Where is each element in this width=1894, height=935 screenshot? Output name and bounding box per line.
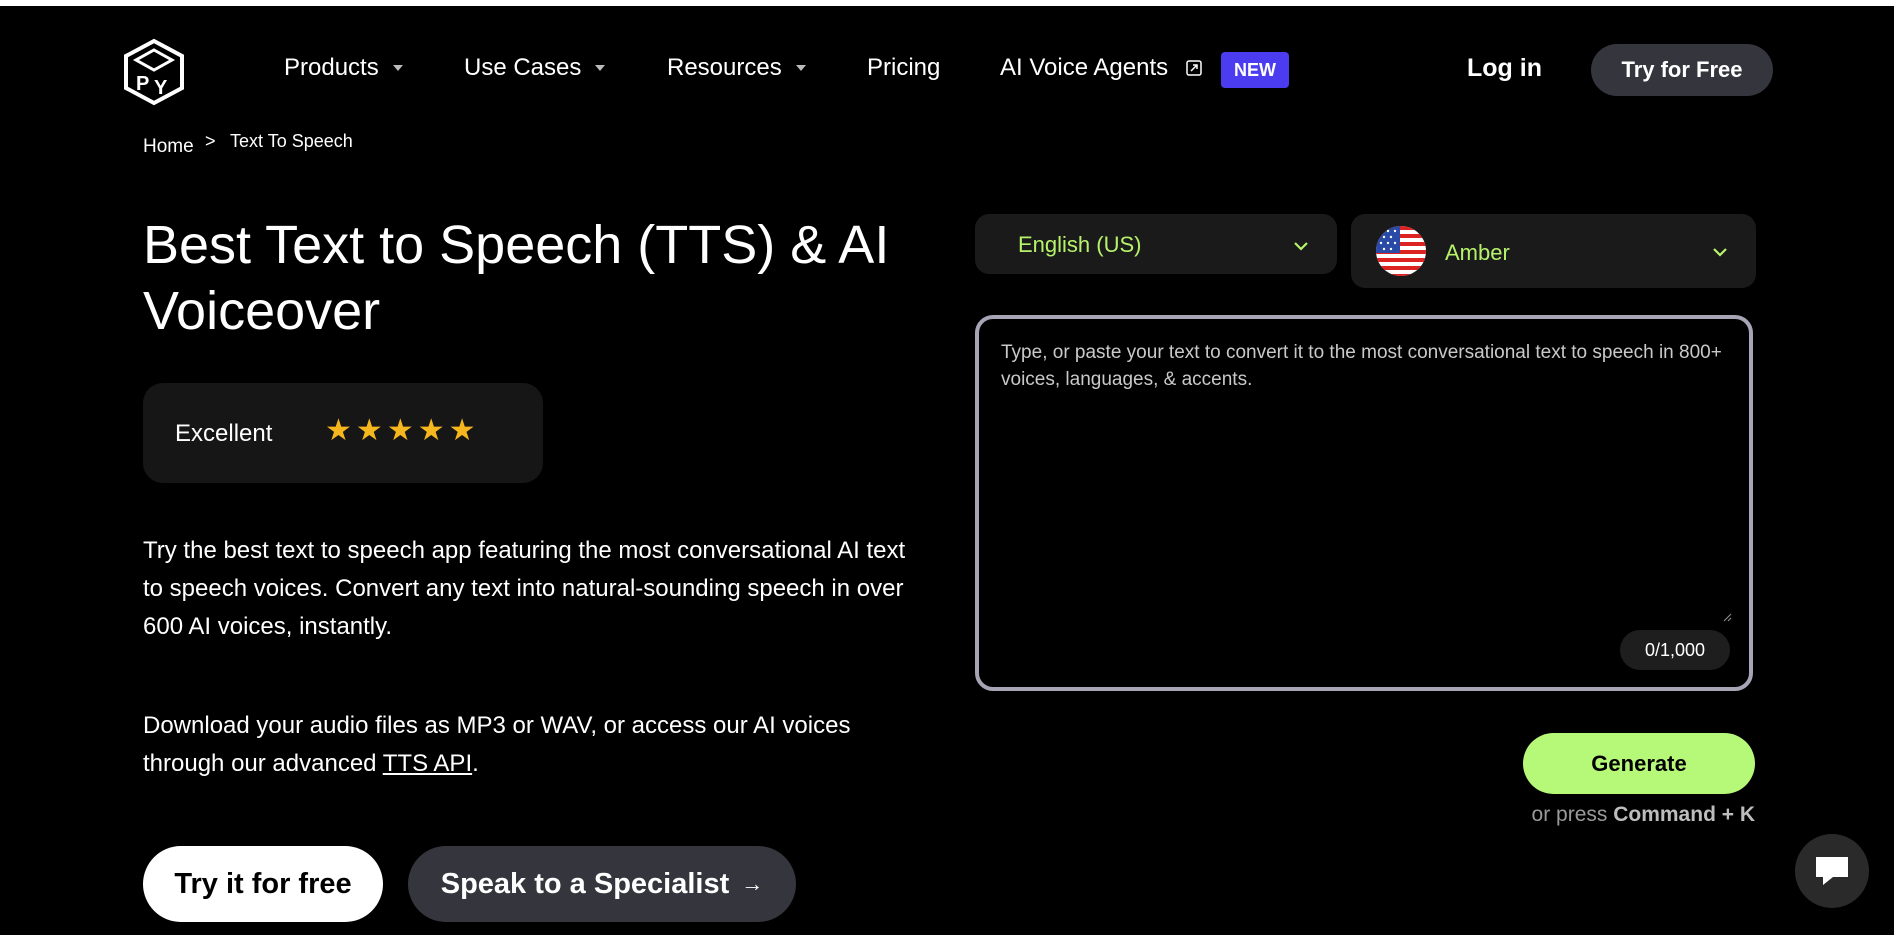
language-select[interactable]: English (US)	[975, 214, 1337, 274]
external-link-icon	[1186, 60, 1202, 76]
language-value: English (US)	[1018, 232, 1142, 257]
character-counter: 0/1,000	[1620, 630, 1730, 670]
nav-products[interactable]: Products	[284, 54, 403, 82]
nav-pricing-label: Pricing	[867, 54, 941, 81]
nav-products-label: Products	[284, 54, 379, 81]
shortcut-prefix: or press	[1531, 803, 1608, 826]
shortcut-hint: or press Command + K	[1523, 803, 1755, 827]
star-icon: ★	[386, 414, 414, 447]
chevron-down-icon	[1294, 242, 1308, 251]
chat-button[interactable]	[1795, 834, 1869, 908]
caret-down-icon	[595, 65, 606, 71]
nav-resources-label: Resources	[667, 54, 782, 81]
caret-down-icon	[795, 65, 806, 71]
try-for-free-button[interactable]: Try for Free	[1591, 44, 1773, 96]
svg-text:Y: Y	[154, 77, 168, 99]
star-icon: ★	[355, 414, 383, 447]
star-icon: ★	[448, 414, 476, 447]
nav-ai-voice-agents[interactable]: AI Voice Agents	[1000, 54, 1202, 82]
us-flag-icon	[1376, 226, 1426, 276]
nav-use-cases-label: Use Cases	[464, 54, 582, 81]
chat-bubble-icon	[1816, 857, 1848, 885]
breadcrumb-separator: >	[205, 131, 216, 151]
hero-description: Try the best text to speech app featurin…	[143, 537, 906, 640]
nav-use-cases[interactable]: Use Cases	[464, 54, 606, 82]
breadcrumb-home[interactable]: Home	[143, 136, 194, 158]
caret-down-icon	[392, 65, 403, 71]
shortcut-key: Command + K	[1613, 803, 1755, 826]
star-icon: ★	[417, 414, 445, 447]
download-text-end: .	[472, 750, 479, 777]
generate-button[interactable]: Generate	[1523, 733, 1755, 794]
tts-api-link[interactable]: TTS API	[383, 750, 472, 777]
try-it-free-button[interactable]: Try it for free	[143, 846, 383, 922]
nav-resources[interactable]: Resources	[667, 54, 806, 82]
breadcrumb-current: Text To Speech	[230, 131, 353, 151]
playht-logo-icon[interactable]: P Y	[122, 38, 186, 106]
star-icon: ★	[325, 414, 352, 447]
speak-to-specialist-button[interactable]: Speak to a Specialist →	[408, 846, 796, 922]
arrow-right-icon: →	[741, 871, 764, 896]
voice-value: Amber	[1445, 240, 1510, 265]
rating-stars: ★ ★ ★ ★ ★	[325, 413, 476, 449]
svg-text:P: P	[136, 73, 149, 95]
chevron-down-icon	[1713, 248, 1727, 257]
new-badge: NEW	[1221, 52, 1289, 88]
top-strip	[0, 0, 1894, 6]
voice-select[interactable]: Amber	[1351, 214, 1756, 288]
download-text: Download your audio files as MP3 or WAV,…	[143, 712, 851, 777]
tts-text-input[interactable]	[999, 337, 1738, 631]
speak-to-specialist-label: Speak to a Specialist	[440, 867, 730, 900]
nav-pricing[interactable]: Pricing	[867, 54, 940, 82]
login-link[interactable]: Log in	[1467, 54, 1542, 83]
nav-ai-voice-agents-label: AI Voice Agents	[1000, 54, 1169, 81]
rating-card: Excellent ★ ★ ★ ★ ★	[143, 383, 543, 483]
resize-handle-icon[interactable]	[1720, 610, 1732, 622]
rating-label: Excellent	[175, 420, 273, 447]
download-description: Download your audio files as MP3 or WAV,…	[143, 707, 923, 783]
page-title: Best Text to Speech (TTS) & AI Voiceover	[143, 215, 890, 341]
text-input-box: 0/1,000	[975, 315, 1753, 691]
